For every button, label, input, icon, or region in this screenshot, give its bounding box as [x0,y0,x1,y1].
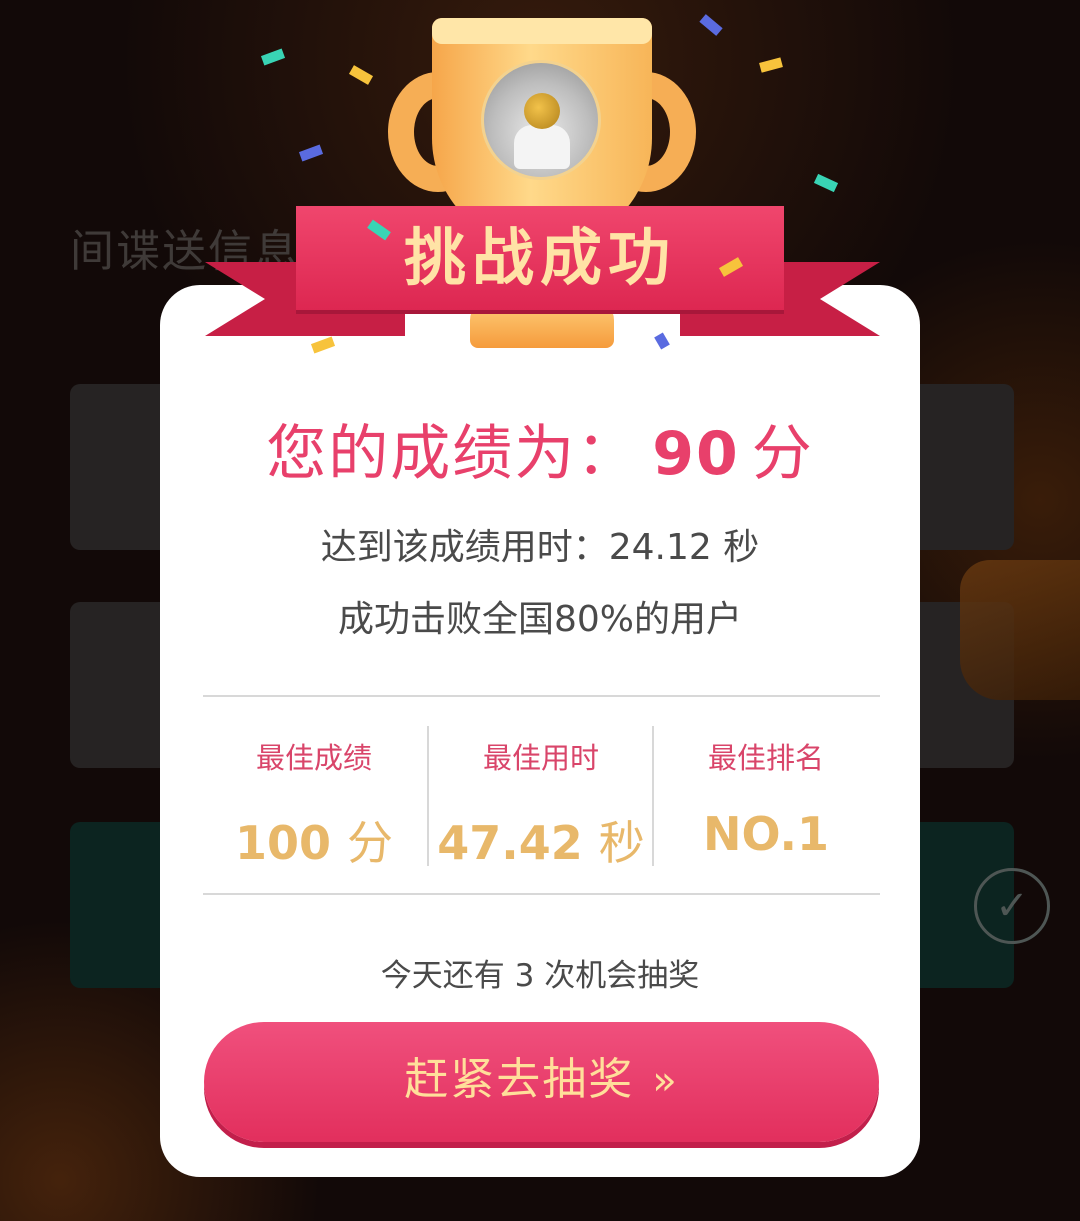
score-value: 90 [652,419,740,489]
divider [203,695,880,697]
stat-number: 100 [234,816,332,870]
stat-value: 100 分 [201,807,427,873]
checkmark-icon: ✓ [974,868,1050,944]
stat-unit: 分 [347,816,394,870]
beat-percentage-text: 成功击败全国80%的用户 [337,599,743,640]
double-chevron-right-icon: » [652,1058,679,1104]
go-lottery-button[interactable]: 赶紧去抽奖 » [204,1022,879,1142]
stat-value: NO.1 [653,807,879,861]
best-score-stat: 最佳成绩 100 分 [201,735,427,873]
stat-value: 47.42 秒 [428,807,654,873]
best-time-stat: 最佳用时 47.42 秒 [428,735,654,873]
stat-label: 最佳排名 [707,741,824,775]
go-lottery-label: 赶紧去抽奖 [404,1054,635,1105]
stat-label: 最佳成绩 [255,741,372,775]
challenge-success-banner: 挑战成功 [296,206,784,310]
stat-label: 最佳用时 [482,741,599,775]
stat-number: NO.1 [702,807,830,861]
astronaut-helmet [524,93,560,129]
divider [203,893,880,895]
astronaut-body [514,125,570,169]
score-unit: 分 [751,419,814,489]
score-prefix: 您的成绩为： [266,419,639,489]
stat-unit: 秒 [598,816,645,870]
stat-number: 47.42 [437,816,583,870]
time-used-text: 达到该成绩用时：24.12 秒 [320,527,760,568]
user-avatar [481,60,601,180]
trophy-rim [432,18,652,44]
best-rank-stat: 最佳排名 NO.1 [653,735,879,861]
lottery-chances-text: 今天还有 3 次机会抽奖 [380,958,700,994]
score-line: 您的成绩为： 90 分 [0,405,1080,492]
